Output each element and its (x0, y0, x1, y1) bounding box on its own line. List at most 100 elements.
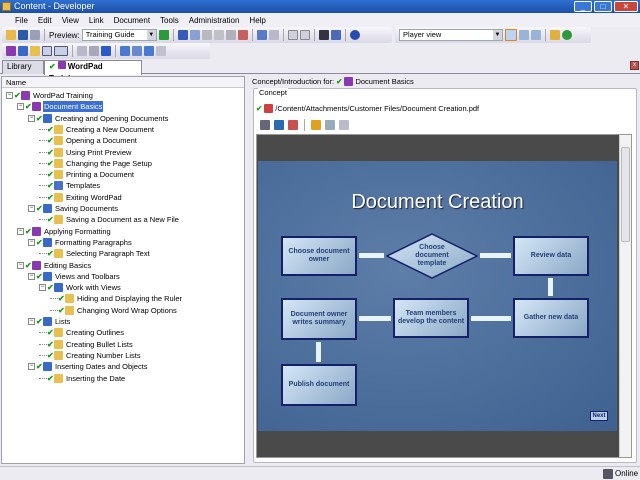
collapse-toggle-icon[interactable]: − (28, 205, 35, 212)
spellcheck-icon[interactable] (331, 30, 341, 40)
column-header-name[interactable]: Name (2, 77, 244, 88)
move-up-icon[interactable] (89, 46, 99, 56)
edit-pencil-icon[interactable] (311, 120, 321, 130)
menu-administration[interactable]: Administration (184, 16, 245, 25)
tree-item[interactable]: −✔Inserting Dates and Objects (28, 361, 149, 372)
tree-item[interactable]: ✔Using Print Preview (39, 147, 132, 158)
web-page-icon[interactable] (274, 120, 284, 130)
collapse-toggle-icon[interactable]: − (17, 103, 24, 110)
tree-item[interactable]: −✔Saving Documents (28, 203, 119, 214)
new-module-icon[interactable] (6, 46, 16, 56)
tree-item[interactable]: ✔Creating Number Lists (39, 350, 142, 361)
demote-icon[interactable] (132, 46, 142, 56)
new-question-icon[interactable] (42, 46, 52, 56)
menu-view[interactable]: View (57, 16, 84, 25)
redo-icon[interactable] (269, 30, 279, 40)
tree-item[interactable]: ✔Inserting the Date (39, 373, 126, 384)
tree-item[interactable]: −✔Creating and Opening Documents (28, 113, 169, 124)
expand-icon[interactable] (288, 30, 298, 40)
unlink-icon[interactable] (156, 46, 166, 56)
maximize-button[interactable]: □ (594, 1, 612, 12)
close-button[interactable]: ✕ (614, 1, 638, 12)
print-icon[interactable] (30, 30, 40, 40)
tree-item[interactable]: −✔Formatting Paragraphs (28, 237, 133, 248)
collapse-toggle-icon[interactable]: − (28, 115, 35, 122)
tree-item[interactable]: ✔Creating Bullet Lists (39, 339, 134, 350)
collapse-toggle-icon[interactable]: − (28, 239, 35, 246)
menu-help[interactable]: Help (244, 16, 270, 25)
collapse-toggle-icon[interactable]: − (28, 318, 35, 325)
flow-arrow (471, 316, 511, 321)
paste-icon[interactable] (202, 30, 212, 40)
tree-item[interactable]: ✔Saving a Document as a New File (39, 214, 180, 225)
question-dropdown-icon[interactable] (54, 46, 68, 56)
collapse-toggle-icon[interactable]: − (6, 92, 13, 99)
tree-item[interactable]: ✔Selecting Paragraph Text (39, 248, 151, 259)
vertical-scrollbar[interactable] (619, 135, 631, 457)
tree-item[interactable]: ✔Hiding and Displaying the Ruler (50, 293, 183, 304)
collapse-toggle-icon[interactable]: − (17, 228, 24, 235)
promote-icon[interactable] (120, 46, 130, 56)
tree-item[interactable]: ✔Creating Outlines (39, 327, 125, 338)
new-topic-icon[interactable] (30, 46, 40, 56)
tab-wordpad-training[interactable]: ✔WordPad Training✕ (44, 60, 142, 75)
tree-item[interactable]: −✔Document Basics (17, 101, 103, 112)
find-icon[interactable] (238, 30, 248, 40)
preview-icon[interactable] (339, 120, 349, 130)
tree-item[interactable]: −✔Lists (28, 316, 71, 327)
open-icon[interactable] (6, 30, 16, 40)
tree-item[interactable]: ✔Templates (39, 180, 101, 191)
cut-icon[interactable] (178, 30, 188, 40)
tree-item[interactable]: ✔Exiting WordPad (39, 192, 123, 203)
link-down-icon[interactable] (144, 46, 154, 56)
refresh-icon[interactable] (562, 30, 572, 40)
menu-tools[interactable]: Tools (155, 16, 184, 25)
collapse-toggle-icon[interactable]: − (28, 273, 35, 280)
separator (304, 119, 305, 131)
preview-select[interactable]: Training Guide▼ (82, 29, 157, 41)
tree-item[interactable]: ✔Creating a New Document (39, 124, 155, 135)
layout-single-icon[interactable] (505, 29, 517, 41)
tree-item[interactable]: ✔Printing a Document (39, 169, 135, 180)
binoculars-icon[interactable] (319, 30, 329, 40)
tree-item[interactable]: −✔WordPad Training (6, 90, 94, 101)
next-slide-button[interactable]: Next (590, 411, 608, 421)
tree-item[interactable]: ✔Changing the Page Setup (39, 158, 153, 169)
attachment-icon[interactable] (288, 120, 298, 130)
undo-icon[interactable] (257, 30, 267, 40)
delete-icon[interactable] (214, 30, 224, 40)
save-icon[interactable] (18, 30, 28, 40)
close-document-icon[interactable]: x (630, 61, 639, 70)
menu-file[interactable]: File (10, 16, 33, 25)
tree-item[interactable]: −✔Editing Basics (17, 260, 92, 271)
tree-item[interactable]: ✔Opening a Document (39, 135, 138, 146)
tree-item[interactable]: −✔Work with Views (39, 282, 122, 293)
tab-library[interactable]: Library (2, 60, 44, 74)
publish-icon[interactable] (550, 30, 560, 40)
layout-vertical-icon[interactable] (531, 30, 541, 40)
new-section-icon[interactable] (18, 46, 28, 56)
link-icon[interactable] (260, 120, 270, 130)
menu-document[interactable]: Document (109, 16, 155, 25)
minimize-button[interactable]: _ (574, 1, 592, 12)
view-select[interactable]: Player view▼ (399, 29, 503, 41)
remove-link-icon[interactable] (325, 120, 335, 130)
collapse-icon[interactable] (300, 30, 310, 40)
collapse-toggle-icon[interactable]: − (28, 363, 35, 370)
collapse-toggle-icon[interactable]: − (39, 284, 46, 291)
attachment-path[interactable]: /Content/Attachments/Customer Files/Docu… (275, 104, 479, 113)
go-icon[interactable] (159, 30, 169, 40)
layout-horizontal-icon[interactable] (519, 30, 529, 40)
tree-item[interactable]: −✔Views and Toolbars (28, 271, 121, 282)
properties-icon[interactable] (226, 30, 236, 40)
settings-icon[interactable] (77, 46, 87, 56)
help-icon[interactable] (350, 30, 360, 40)
move-down-icon[interactable] (101, 46, 111, 56)
menu-edit[interactable]: Edit (33, 16, 57, 25)
collapse-toggle-icon[interactable]: − (17, 262, 24, 269)
scrollbar-thumb[interactable] (621, 147, 630, 242)
menu-link[interactable]: Link (84, 16, 109, 25)
copy-icon[interactable] (190, 30, 200, 40)
tree-item[interactable]: ✔Changing Word Wrap Options (50, 305, 178, 316)
tree-item[interactable]: −✔Applying Formatting (17, 226, 112, 237)
